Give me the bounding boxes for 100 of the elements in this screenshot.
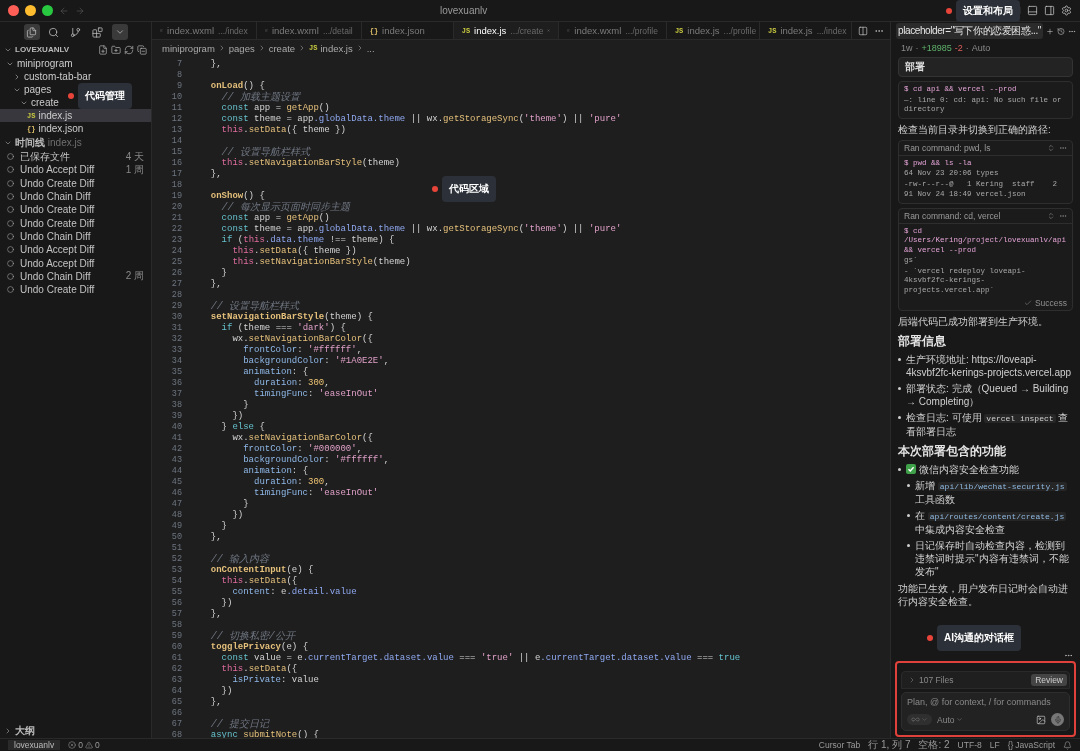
circle-icon — [7, 246, 14, 254]
timeline-item[interactable]: Undo Chain Diff — [0, 229, 151, 244]
review-button[interactable]: Review — [1031, 674, 1067, 686]
line-number: 23 — [170, 234, 182, 245]
model-select[interactable]: Auto — [937, 714, 963, 725]
line-number: 26 — [170, 267, 182, 278]
image-icon[interactable] — [1036, 714, 1046, 725]
status-item[interactable]: 行 1, 列 7 — [868, 738, 911, 751]
timeline-time: 4 天 — [125, 149, 144, 164]
breadcrumb-item[interactable]: create — [268, 42, 296, 54]
line-number: 14 — [170, 135, 182, 146]
breadcrumb-item[interactable]: pages — [228, 42, 255, 54]
tree-item[interactable]: pages — [0, 83, 55, 96]
bell-icon[interactable] — [1063, 740, 1072, 750]
line-number: 60 — [170, 641, 182, 652]
line-number: 68 — [170, 729, 182, 738]
tree-item[interactable]: custom-tab-bar — [0, 70, 95, 83]
line-number: 24 — [170, 245, 182, 256]
line-number: 17 — [170, 168, 182, 179]
line-number: 48 — [170, 509, 182, 520]
code-line: async submitNote() { — [209, 729, 319, 738]
code-line: content: e.detail.value — [231, 586, 357, 597]
new-file-icon[interactable] — [98, 44, 108, 55]
tree-item[interactable]: miniprogram — [0, 57, 76, 70]
chat-tab[interactable]: placeholder="写下你的恋爱困惑..." — [896, 23, 1043, 39]
timeline-item[interactable]: Undo Create Diff — [0, 216, 151, 230]
error-count[interactable]: 0 — [78, 740, 83, 750]
added-count: +18985 — [921, 43, 952, 53]
chevron-down-icon — [955, 716, 963, 723]
files-count[interactable]: 107 Files — [919, 675, 954, 685]
age-text: 1w — [901, 43, 913, 53]
code-line: } — [220, 267, 227, 278]
line-number: 37 — [170, 388, 182, 399]
workspace-name[interactable]: lovexuanlv — [8, 740, 61, 750]
marker-dot — [927, 635, 933, 641]
outline-title: 大纲 — [15, 723, 36, 738]
timeline-item[interactable]: Undo Create Diff — [0, 176, 151, 190]
collapse-icon[interactable] — [137, 44, 147, 55]
status-item[interactable]: LF — [989, 740, 1000, 750]
refresh-icon[interactable] — [124, 44, 134, 55]
line-number: 44 — [170, 465, 182, 476]
code-line: } else { — [220, 421, 265, 432]
minimize-window-button[interactable] — [25, 5, 36, 16]
status-item[interactable]: UTF-8 — [957, 740, 982, 750]
panel-right-icon[interactable] — [1044, 5, 1055, 16]
line-number: 59 — [170, 630, 182, 641]
line-number: 54 — [170, 575, 182, 586]
line-number: 42 — [170, 443, 182, 454]
check-icon — [1023, 299, 1032, 307]
code-line: // 加载主题设置 — [220, 89, 300, 104]
line-number: 40 — [170, 421, 182, 432]
tree-item[interactable]: create — [0, 96, 62, 109]
more-icon[interactable] — [1064, 651, 1073, 660]
line-number: 66 — [170, 707, 182, 718]
timeline-item[interactable]: Undo Accept Diff — [0, 243, 151, 257]
line-number: 29 — [170, 300, 182, 311]
code-line: this.setData({ — [220, 663, 298, 674]
split-editor-icon[interactable] — [858, 25, 868, 36]
panel-bottom-icon[interactable] — [1027, 5, 1038, 16]
breadcrumb-item[interactable]: ... — [366, 42, 375, 54]
breadcrumb-item[interactable]: miniprogram — [162, 42, 215, 54]
code-line: onLoad() { — [209, 80, 265, 91]
chevron-down-icon — [921, 716, 928, 723]
line-number: 21 — [170, 212, 182, 223]
status-item[interactable]: 空格: 2 — [918, 738, 950, 751]
close-window-button[interactable] — [8, 5, 19, 16]
marker-dot — [68, 93, 74, 99]
callout-label: 代码区域 — [442, 176, 496, 202]
line-number: 36 — [170, 377, 182, 388]
mic-button[interactable] — [1051, 713, 1064, 726]
circle-icon — [7, 272, 14, 280]
timeline-item[interactable]: Undo Chain Diff 2 周 — [0, 269, 151, 283]
timeline-title: 时间线 index.js — [15, 135, 83, 150]
maximize-window-button[interactable] — [42, 5, 53, 16]
line-number: 32 — [170, 333, 182, 344]
timeline-item[interactable]: 已保存文件 4 天 — [0, 150, 151, 164]
timeline-item[interactable]: Undo Create Diff — [0, 203, 151, 217]
history-icon[interactable] — [1057, 26, 1065, 36]
plus-icon[interactable] — [1046, 26, 1054, 36]
status-item[interactable]: Cursor Tab — [818, 740, 861, 750]
message-text: 功能已生效，用户发布日记时会自动进行内容安全检查。 — [898, 582, 1069, 608]
timeline-item[interactable]: Undo Create Diff — [0, 282, 151, 297]
line-number: 11 — [170, 102, 182, 113]
line-number: 28 — [170, 289, 182, 300]
chat-input[interactable]: Plan, @ for context, / for commands Auto — [901, 692, 1070, 731]
timeline-item[interactable]: Undo Accept Diff 1 周 — [0, 163, 151, 177]
status-item[interactable]: {} JavaScript — [1007, 740, 1055, 750]
error-icon — [68, 741, 77, 749]
settings-icon[interactable] — [1061, 5, 1072, 16]
code-line: wx.setNavigationBarColor({ — [231, 333, 373, 344]
new-folder-icon[interactable] — [111, 44, 121, 55]
code-line: // 设置导航栏样式 — [209, 299, 299, 312]
code-line: }, — [209, 696, 222, 707]
timeline-item[interactable]: Undo Accept Diff — [0, 256, 151, 270]
warning-count[interactable]: 0 — [94, 740, 100, 750]
code-line: this.setNavigationBarStyle(theme) — [231, 256, 411, 267]
timeline-item[interactable]: Undo Chain Diff — [0, 189, 151, 204]
line-number: 34 — [170, 355, 182, 366]
bullet-dot — [898, 416, 901, 419]
list-item: 部署状态: 完成（Queued → Building → Completing） — [906, 382, 1070, 408]
